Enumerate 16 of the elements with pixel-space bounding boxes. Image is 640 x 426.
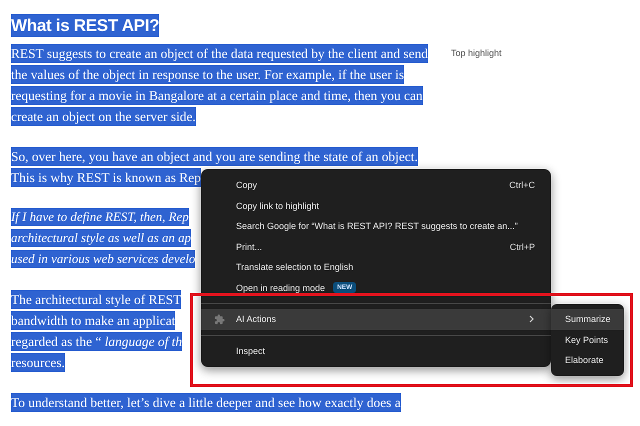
shortcut-label: Ctrl+C [509,180,535,190]
menu-item[interactable]: Copy link to highlight [201,196,551,216]
menu-item[interactable]: Print... Ctrl+P [201,236,551,257]
menu-item[interactable]: AI Actions [201,309,551,330]
chevron-right-icon [529,315,535,324]
menu-item[interactable]: Search Google for “What is REST API? REST suggests to create an...” [201,216,551,236]
menu-item[interactable]: Copy Ctrl+C [201,175,551,196]
shortcut-label: Ctrl+P [510,242,535,252]
submenu-item[interactable]: Summarize [551,309,624,330]
menu-item[interactable]: Translate selection to English [201,257,551,278]
menu-item[interactable]: Inspect [201,340,551,361]
submenu-item[interactable]: Elaborate [551,350,624,370]
puzzle-icon [214,314,225,325]
article-heading: What is REST API? [11,14,160,37]
top-highlight-label: Top highlight [450,48,502,58]
submenu-item[interactable]: Key Points [551,330,624,350]
